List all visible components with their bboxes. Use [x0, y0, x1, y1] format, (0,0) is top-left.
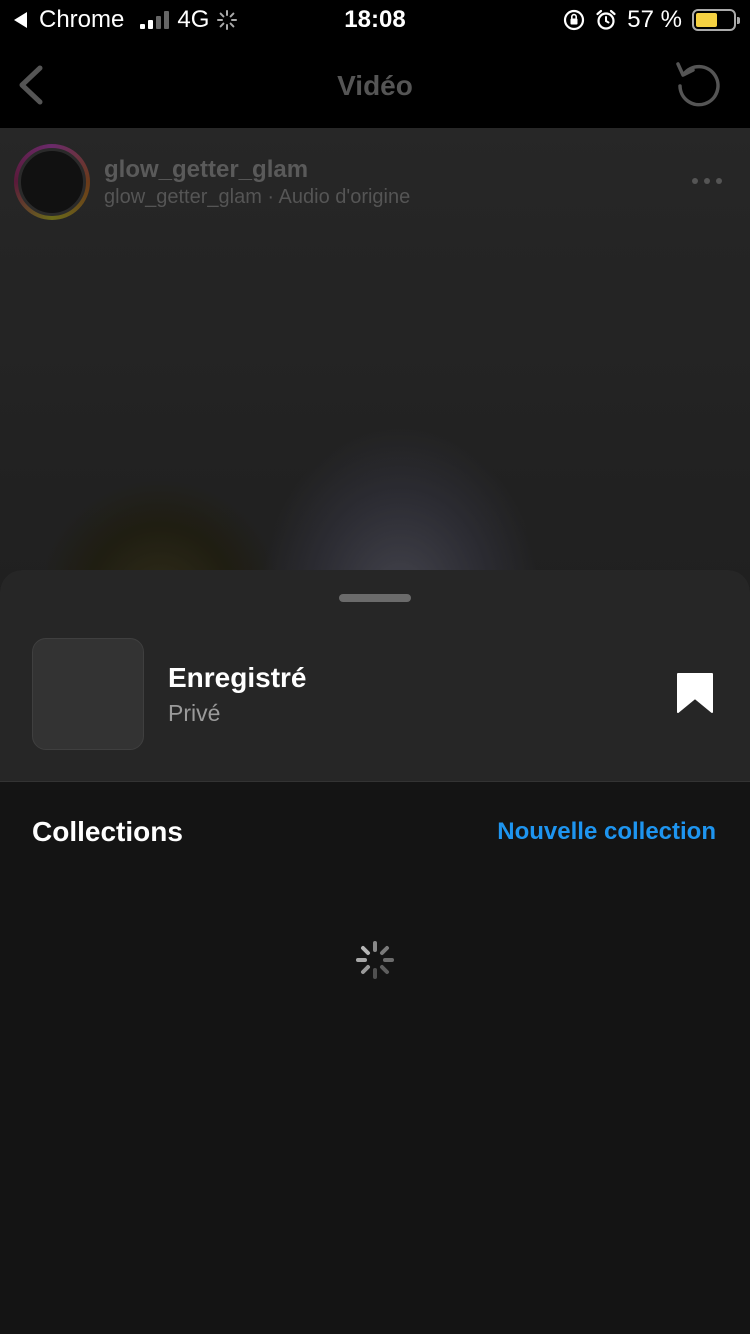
battery-icon [692, 9, 740, 31]
collections-title: Collections [32, 816, 183, 847]
orientation-lock-icon [564, 9, 585, 31]
saved-row[interactable]: Enregistré Privé [0, 570, 750, 782]
page-title: Vidéo [337, 70, 413, 101]
sheet-grab-handle[interactable] [339, 594, 411, 602]
cellular-signal-icon [140, 11, 170, 29]
saved-privacy: Privé [168, 700, 221, 726]
saved-thumbnail [32, 638, 144, 750]
status-left: Chrome 4G [14, 6, 238, 34]
nav-bar: Vidéo [0, 42, 750, 128]
save-bottom-sheet: Enregistré Privé Collections Nouvelle co… [0, 570, 750, 1334]
back-to-app-icon[interactable] [14, 12, 27, 28]
alarm-icon [596, 9, 616, 30]
post-audio-line[interactable]: glow_getter_glam · Audio d'origine [104, 186, 410, 209]
avatar[interactable] [14, 144, 90, 220]
post-username[interactable]: glow_getter_glam [104, 156, 308, 184]
video-player[interactable]: glow_getter_glam glow_getter_glam · Audi… [0, 128, 750, 598]
new-collection-button[interactable]: Nouvelle collection [497, 818, 716, 846]
back-app-label[interactable]: Chrome [39, 6, 124, 34]
more-dots-icon[interactable] [692, 178, 722, 184]
saved-title: Enregistré [168, 662, 307, 693]
bookmark-filled-icon[interactable] [676, 672, 714, 714]
status-bar: Chrome 4G 18:08 57 % [0, 0, 750, 42]
collections-header: Collections Nouvelle collection [0, 782, 750, 882]
refresh-icon[interactable] [672, 58, 724, 110]
loading-spinner-icon [356, 941, 394, 979]
battery-percent: 57 % [627, 6, 682, 33]
status-right: 57 % [563, 6, 740, 34]
activity-spinner-icon [217, 10, 238, 30]
network-type: 4G [177, 6, 210, 33]
